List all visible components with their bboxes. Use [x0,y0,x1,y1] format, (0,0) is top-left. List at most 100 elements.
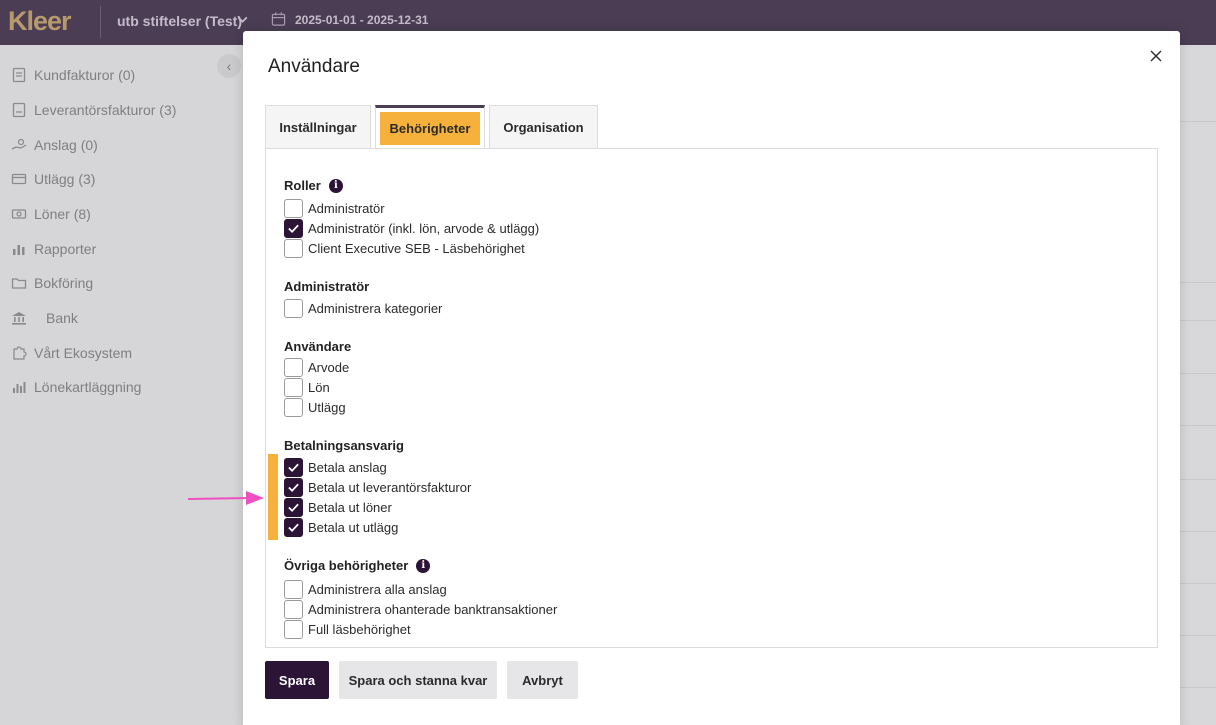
sidebar-item-label: Vårt Ekosystem [34,345,133,361]
info-icon[interactable]: i [328,178,343,193]
section-title-anvandare: Användare [284,339,352,354]
close-icon[interactable] [1148,48,1164,64]
checkbox[interactable] [284,599,303,619]
sidebar-item-bank[interactable]: Bank [10,307,78,329]
tab-behorigheter[interactable]: Behörigheter [375,105,485,149]
tab-installningar[interactable]: Inställningar [265,105,371,149]
checkbox-label: Utlägg [308,399,346,415]
sidebar-item-count: (0) [118,67,136,83]
checkbox-row-lon[interactable]: Lön [284,377,330,397]
sidebar-item-lonekartlaggning[interactable]: Lönekartläggning [10,376,141,398]
section-title-roller: Roller i [284,178,343,193]
sidebar-item-label: Kundfakturor [34,67,115,83]
checkbox-checked[interactable] [284,457,303,477]
tab-label: Inställningar [279,120,357,135]
date-range[interactable]: 2025-01-01 - 2025-12-31 [295,13,428,27]
tab-bar: Inställningar Behörigheter Organisation [265,105,602,149]
checkbox-row-administrator-inkl[interactable]: Administratör (inkl. lön, arvode & utläg… [284,218,539,238]
checkbox-row-betala-utlagg[interactable]: Betala ut utlägg [284,517,398,537]
section-title-betalningsansvarig: Betalningsansvarig [284,438,404,453]
checkbox-row-full-lasbehorighet[interactable]: Full läsbehörighet [284,619,411,639]
sidebar-item-label: Utlägg [34,171,75,187]
checkbox-label: Lön [308,379,330,395]
sidebar-item-ekosystem[interactable]: Vårt Ekosystem [10,342,132,364]
user-modal: Användare Inställningar Behörigheter Org… [243,31,1180,725]
tab-organisation[interactable]: Organisation [489,105,598,149]
checkbox-label: Client Executive SEB - Läsbehörighet [308,240,525,256]
supplier-invoice-icon [10,101,28,119]
checkbox-row-administrera-kategorier[interactable]: Administrera kategorier [284,298,442,318]
check-icon [288,463,299,472]
checkbox-label: Administratör (inkl. lön, arvode & utläg… [308,220,540,236]
header-divider [100,6,101,38]
sidebar-item-kundfakturor[interactable]: Kundfakturor (0) [10,64,135,86]
checkbox[interactable] [284,298,303,318]
save-and-stay-button[interactable]: Spara och stanna kvar [339,661,497,699]
sidebar-item-count: (3) [78,171,96,187]
highlight-bar [268,454,278,540]
sidebar-item-label: Bokföring [34,275,94,291]
checkbox-row-betala-anslag[interactable]: Betala anslag [284,457,387,477]
checkbox-checked[interactable] [284,517,303,537]
puzzle-icon [10,344,28,362]
checkbox-label: Administratör [308,200,385,216]
checkbox[interactable] [284,357,303,377]
sidebar-item-label: Lönekartläggning [34,379,142,395]
permissions-panel: Roller i Administratör Administratör (ink… [265,148,1158,648]
chevron-left-icon: ‹ [226,58,232,74]
folder-icon [10,274,28,292]
cancel-button[interactable]: Avbryt [507,661,578,699]
checkbox-row-betala-loner[interactable]: Betala ut löner [284,497,392,517]
checkbox-row-arvode[interactable]: Arvode [284,357,349,377]
sidebar-item-leverantorsfakturor[interactable]: Leverantörsfakturor (3) [10,99,176,121]
info-icon[interactable]: i [416,558,431,573]
checkbox-label: Betala ut utlägg [308,519,399,535]
chevron-down-icon[interactable] [236,13,249,26]
checkbox[interactable] [284,198,303,218]
annotation-arrow-icon [188,491,264,505]
card-icon [10,170,28,188]
sidebar-item-rapporter[interactable]: Rapporter [10,238,96,260]
checkbox-label: Administrera kategorier [308,300,443,316]
checkbox-row-client-executive[interactable]: Client Executive SEB - Läsbehörighet [284,238,525,258]
checkbox-row-betala-leverantorsfakturor[interactable]: Betala ut leverantörsfakturor [284,477,471,497]
check-icon [288,224,299,233]
checkbox[interactable] [284,397,303,417]
checkbox[interactable] [284,579,303,599]
hand-money-icon [10,136,28,154]
check-icon [288,523,299,532]
sidebar-item-label: Anslag [34,137,77,153]
section-title-administrator: Administratör [284,279,370,294]
checkbox-label: Betala ut leverantörsfakturor [308,479,472,495]
checkbox-checked[interactable] [284,218,303,238]
checkbox-label: Administrera alla anslag [308,581,447,597]
bar-chart-icon [10,240,28,258]
sidebar-item-utlagg[interactable]: Utlägg (3) [10,168,95,190]
checkbox[interactable] [284,238,303,258]
checkbox-checked[interactable] [284,477,303,497]
sidebar-item-anslag[interactable]: Anslag (0) [10,134,98,156]
save-button[interactable]: Spara [265,661,329,699]
check-icon [288,483,299,492]
sidebar-item-bokforing[interactable]: Bokföring [10,272,93,294]
calendar-icon [271,12,286,26]
checkbox-row-administrator[interactable]: Administratör [284,198,385,218]
checkbox-row-administrera-alla-anslag[interactable]: Administrera alla anslag [284,579,447,599]
checkbox-label: Administrera ohanterade banktransaktione… [308,601,558,617]
checkbox-label: Betala ut löner [308,499,392,515]
sidebar-item-label: Rapporter [34,241,97,257]
checkbox-label: Arvode [308,359,350,375]
kleer-logo[interactable]: Kleer [8,6,72,37]
checkbox[interactable] [284,619,303,639]
sidebar-item-count: (3) [159,102,177,118]
checkbox-label: Betala anslag [308,459,387,475]
checkbox[interactable] [284,377,303,397]
checkbox-row-ohanterade-banktransaktioner[interactable]: Administrera ohanterade banktransaktione… [284,599,557,619]
check-icon [288,503,299,512]
sidebar-item-count: (0) [80,137,98,153]
sidebar-item-loner[interactable]: Löner (8) [10,203,91,225]
sidebar-collapse-button[interactable]: ‹ [217,54,241,78]
org-selector[interactable]: utb stiftelser (Test) [117,13,242,29]
checkbox-checked[interactable] [284,497,303,517]
checkbox-row-utlagg[interactable]: Utlägg [284,397,346,417]
